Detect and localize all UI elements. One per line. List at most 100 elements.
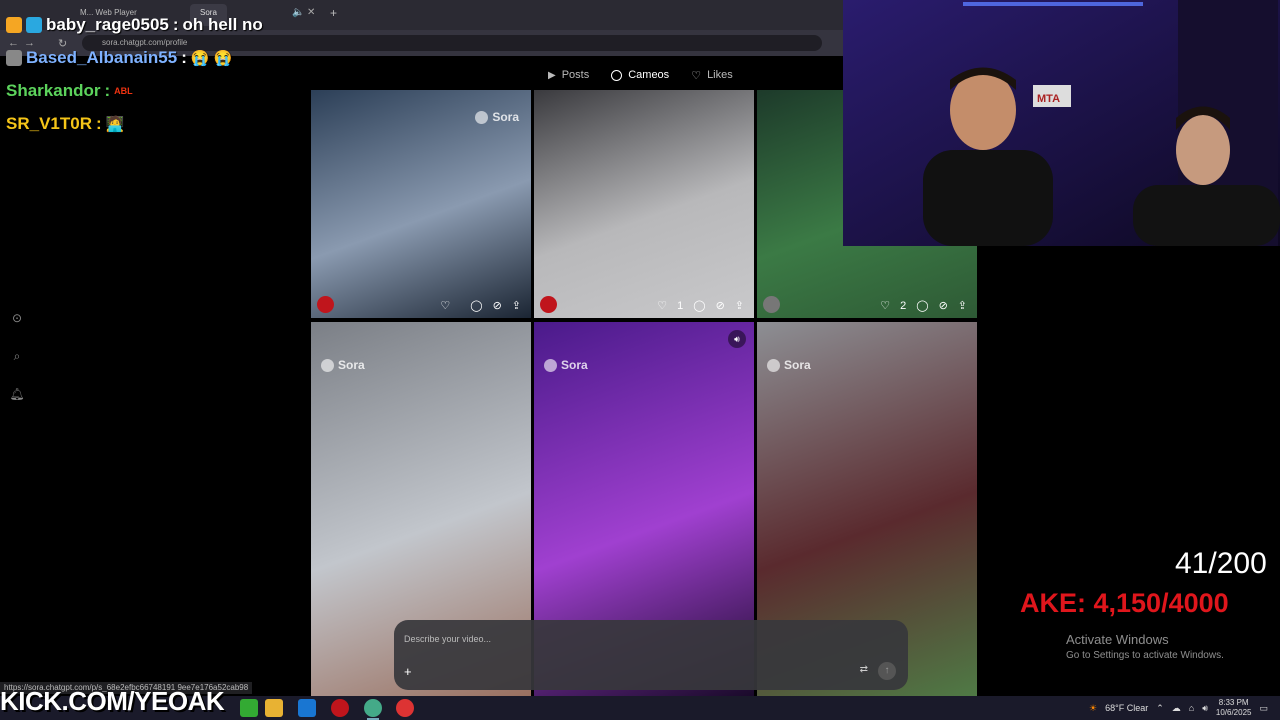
remix-icon[interactable]: ⊘ bbox=[493, 299, 502, 312]
prompt-composer: Describe your video... + ⇄ ↑ bbox=[394, 620, 908, 690]
svg-text:MTA: MTA bbox=[1037, 93, 1060, 105]
remix-icon[interactable]: ⊘ bbox=[939, 299, 948, 312]
like-count: 1 bbox=[677, 299, 684, 312]
sora-watermark: Sora bbox=[475, 110, 519, 124]
chat-message: Sharkandor: ABL bbox=[6, 74, 263, 107]
clock[interactable]: 8:33 PM 10/6/2025 bbox=[1216, 698, 1252, 718]
sora-watermark: Sora bbox=[544, 358, 588, 372]
weather-icon: ☀ bbox=[1089, 702, 1098, 713]
webcam-image: MTA bbox=[843, 0, 1280, 246]
sora-logo-icon bbox=[767, 358, 780, 372]
heart-icon: ♡ bbox=[691, 69, 702, 82]
system-tray: ☀ 68°F Clear ⌃ ☁ ⌂ 🔊︎ 8:33 PM 10/6/2025 … bbox=[1089, 696, 1280, 720]
chat-message: Based_Albanain55: 😭 😭 bbox=[6, 41, 263, 74]
sora-sidebar: ⊙ ⌕ 🔔︎ bbox=[9, 311, 25, 425]
stream-chat: baby_rage0505: oh hell no Based_Albanain… bbox=[6, 8, 263, 140]
gift-badge-icon bbox=[6, 16, 22, 33]
sora-logo-icon bbox=[321, 358, 334, 372]
weather-text[interactable]: 68°F Clear bbox=[1105, 703, 1148, 713]
card-actions: ♡ 1 ◯ ⊘ ⇪ bbox=[657, 299, 744, 313]
network-icon[interactable]: ⌂ bbox=[1189, 703, 1194, 713]
webcam-feed: MTA bbox=[843, 0, 1280, 246]
watermark-text: Sora bbox=[492, 110, 519, 124]
bell-icon[interactable]: 🔔︎ bbox=[9, 387, 25, 403]
chevron-up-icon[interactable]: ⌃ bbox=[1156, 703, 1164, 714]
chat-message: baby_rage0505: oh hell no bbox=[6, 8, 263, 41]
video-thumbnail bbox=[534, 90, 754, 318]
notification-icon[interactable]: ▭ bbox=[1259, 703, 1268, 714]
add-icon[interactable]: + bbox=[404, 664, 412, 679]
emote-icon: 🧑‍💻 bbox=[105, 115, 125, 133]
sora-watermark: Sora bbox=[321, 358, 365, 372]
avatar[interactable] bbox=[317, 296, 334, 313]
watermark-text: Sora bbox=[784, 358, 811, 372]
avatar[interactable] bbox=[763, 296, 780, 313]
sora-profile-tabs: ▶ Posts Cameos ♡ Likes bbox=[548, 66, 733, 84]
chat-username: baby_rage0505 bbox=[46, 14, 169, 34]
chat-message: SR_V1T0R: 🧑‍💻 bbox=[6, 107, 263, 140]
tab-mute-icon[interactable]: 🔈 bbox=[292, 7, 304, 18]
chat-username: SR_V1T0R bbox=[6, 113, 92, 133]
app-icon[interactable] bbox=[240, 699, 258, 717]
volume-icon[interactable]: 🔊︎ bbox=[1202, 703, 1208, 714]
card-actions: ♡ 2 ◯ ⊘ ⇪ bbox=[880, 299, 967, 313]
sora-logo-icon bbox=[544, 358, 557, 372]
avatar[interactable] bbox=[540, 296, 557, 313]
play-icon[interactable]: ⊙ bbox=[9, 311, 25, 327]
send-button[interactable]: ↑ bbox=[878, 662, 896, 680]
new-tab-icon[interactable]: + bbox=[330, 6, 337, 20]
heart-icon[interactable]: ♡ bbox=[880, 299, 890, 312]
crying-emote-icon: 😭 😭 bbox=[190, 49, 233, 67]
onedrive-icon[interactable]: ☁ bbox=[1172, 703, 1181, 714]
comment-icon[interactable]: ◯ bbox=[470, 299, 482, 312]
share-icon[interactable]: ⇪ bbox=[735, 299, 744, 312]
chrome-icon[interactable] bbox=[364, 699, 382, 720]
tab-likes[interactable]: ♡ Likes bbox=[691, 66, 733, 84]
comment-icon[interactable]: ◯ bbox=[693, 299, 705, 312]
speaker-icon[interactable]: 🔊︎ bbox=[728, 330, 746, 348]
play-icon: ▶ bbox=[548, 69, 556, 81]
comment-icon[interactable]: ◯ bbox=[916, 299, 928, 312]
app-icon[interactable] bbox=[331, 699, 349, 717]
file-explorer-icon[interactable] bbox=[265, 699, 283, 717]
prompt-input[interactable]: Describe your video... bbox=[404, 634, 491, 644]
kick-url-overlay: KICK.COM/YEOAK bbox=[0, 686, 225, 716]
settings-sliders-icon[interactable]: ⇄ bbox=[860, 664, 868, 675]
tab-cameos[interactable]: Cameos bbox=[611, 66, 669, 84]
chat-username: Sharkandor bbox=[6, 80, 101, 100]
tab-label: Likes bbox=[707, 69, 733, 81]
watermark-text: Sora bbox=[561, 358, 588, 372]
heart-icon[interactable]: ♡ bbox=[657, 299, 667, 312]
video-card[interactable]: ♡ 1 ◯ ⊘ ⇪ bbox=[534, 90, 754, 318]
cameo-icon bbox=[611, 69, 623, 81]
activate-windows-watermark: Activate Windows Go to Settings to activ… bbox=[1066, 632, 1224, 661]
close-tab-icon[interactable]: ✕ bbox=[307, 7, 315, 18]
store-icon[interactable] bbox=[298, 699, 316, 717]
chat-colon: : bbox=[104, 80, 111, 100]
sora-watermark: Sora bbox=[767, 358, 811, 372]
video-thumbnail bbox=[311, 90, 531, 318]
stake-goal-text: AKE: 4,150/4000 bbox=[1020, 588, 1229, 618]
sora-logo-icon bbox=[475, 110, 489, 124]
activate-title: Activate Windows bbox=[1066, 632, 1169, 647]
chat-colon: : bbox=[95, 113, 102, 133]
chat-username: Based_Albanain55 bbox=[26, 47, 178, 67]
clock-time: 8:33 PM bbox=[1218, 698, 1249, 707]
video-card[interactable]: Sora ♡ ◯ ⊘ ⇪ bbox=[311, 90, 531, 318]
card-actions: ♡ ◯ ⊘ ⇪ bbox=[440, 299, 521, 312]
badge-icon bbox=[6, 49, 22, 66]
neon-sign-emote-icon: ABL bbox=[114, 85, 133, 96]
chrome-icon[interactable] bbox=[396, 699, 414, 717]
remix-icon[interactable]: ⊘ bbox=[716, 299, 725, 312]
share-icon[interactable]: ⇪ bbox=[958, 299, 967, 312]
share-icon[interactable]: ⇪ bbox=[512, 299, 521, 312]
activate-subtitle: Go to Settings to activate Windows. bbox=[1066, 650, 1224, 661]
chat-colon: : bbox=[181, 47, 187, 67]
heart-icon[interactable]: ♡ bbox=[440, 299, 450, 312]
tab-posts[interactable]: ▶ Posts bbox=[548, 66, 589, 84]
prompt-placeholder: Describe your video... bbox=[404, 634, 492, 644]
tab-label: Cameos bbox=[628, 69, 670, 81]
clock-date: 10/6/2025 bbox=[1215, 708, 1252, 717]
search-icon[interactable]: ⌕ bbox=[9, 349, 25, 365]
cube-badge-icon bbox=[26, 16, 42, 33]
